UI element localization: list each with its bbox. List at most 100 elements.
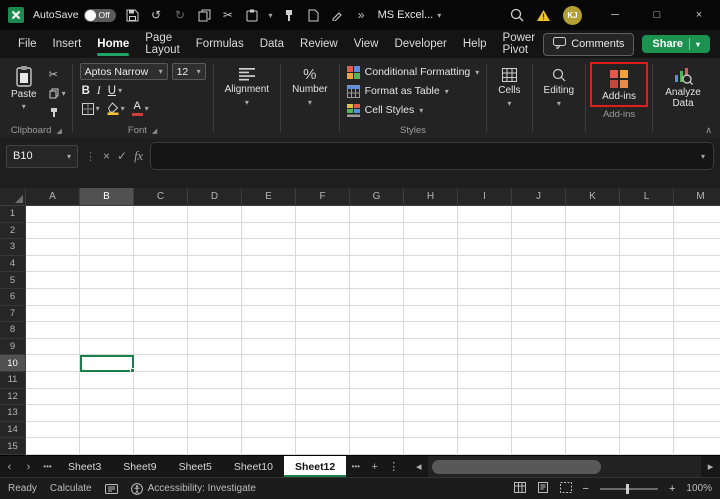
cell-E3[interactable] xyxy=(242,239,296,256)
cell-I2[interactable] xyxy=(458,223,512,240)
menu-item-page-layout[interactable]: Page Layout xyxy=(137,30,188,58)
cell-F4[interactable] xyxy=(296,256,350,273)
cell-A3[interactable] xyxy=(26,239,80,256)
cell-I10[interactable] xyxy=(458,355,512,372)
cell-F10[interactable] xyxy=(296,355,350,372)
cell-A14[interactable] xyxy=(26,422,80,439)
cell-C14[interactable] xyxy=(134,422,188,439)
cell-L8[interactable] xyxy=(620,322,674,339)
select-all-corner[interactable] xyxy=(0,188,26,206)
cell-F12[interactable] xyxy=(296,389,350,406)
cell-C7[interactable] xyxy=(134,306,188,323)
cell-I9[interactable] xyxy=(458,339,512,356)
macro-record-button[interactable] xyxy=(105,484,118,494)
row-header-4[interactable]: 4 xyxy=(0,256,26,273)
cell-G14[interactable] xyxy=(350,422,404,439)
zoom-in-button[interactable]: + xyxy=(669,483,675,495)
cell-F15[interactable] xyxy=(296,438,350,455)
cell-H5[interactable] xyxy=(404,272,458,289)
cell-A6[interactable] xyxy=(26,289,80,306)
cell-I12[interactable] xyxy=(458,389,512,406)
sheet-nav-next-button[interactable]: › xyxy=(19,461,38,473)
cell-L15[interactable] xyxy=(620,438,674,455)
sheet-tab-sheet3[interactable]: Sheet3 xyxy=(57,456,112,477)
cell-L1[interactable] xyxy=(620,206,674,223)
collapse-ribbon-button[interactable]: ∧ xyxy=(705,125,712,136)
zoom-level[interactable]: 100% xyxy=(686,483,712,494)
cell-E8[interactable] xyxy=(242,322,296,339)
cell-K10[interactable] xyxy=(566,355,620,372)
column-header-F[interactable]: F xyxy=(296,188,350,206)
cell-B9[interactable] xyxy=(80,339,134,356)
cell-H1[interactable] xyxy=(404,206,458,223)
cell-K4[interactable] xyxy=(566,256,620,273)
cell-D15[interactable] xyxy=(188,438,242,455)
cell-D3[interactable] xyxy=(188,239,242,256)
cell-I4[interactable] xyxy=(458,256,512,273)
row-header-15[interactable]: 15 xyxy=(0,438,26,455)
cell-D14[interactable] xyxy=(188,422,242,439)
column-header-A[interactable]: A xyxy=(26,188,80,206)
autosave-switch[interactable]: Off xyxy=(84,9,116,22)
sheet-tab-sheet10[interactable]: Sheet10 xyxy=(223,456,284,477)
cell-B3[interactable] xyxy=(80,239,134,256)
page-break-preview-button[interactable] xyxy=(560,482,572,496)
autosave-toggle[interactable]: AutoSave Off xyxy=(33,9,116,22)
scroll-left-icon[interactable]: ◂ xyxy=(409,460,428,473)
cell-F5[interactable] xyxy=(296,272,350,289)
paste-icon[interactable] xyxy=(245,7,260,23)
addins-button[interactable]: Add-ins xyxy=(595,65,643,104)
cell-C1[interactable] xyxy=(134,206,188,223)
sheet-list-button[interactable]: ••• xyxy=(38,462,57,471)
cell-I6[interactable] xyxy=(458,289,512,306)
scrollbar-thumb[interactable] xyxy=(432,460,601,474)
cell-C11[interactable] xyxy=(134,372,188,389)
cell-K2[interactable] xyxy=(566,223,620,240)
menu-item-help[interactable]: Help xyxy=(455,30,495,58)
cell-J3[interactable] xyxy=(512,239,566,256)
cell-J8[interactable] xyxy=(512,322,566,339)
menu-item-home[interactable]: Home xyxy=(89,30,137,58)
cell-M10[interactable] xyxy=(674,355,720,372)
normal-view-button[interactable] xyxy=(514,482,526,496)
comments-button[interactable]: Comments xyxy=(543,33,634,56)
cell-C8[interactable] xyxy=(134,322,188,339)
share-button[interactable]: Share ▾ xyxy=(642,35,710,53)
row-header-14[interactable]: 14 xyxy=(0,422,26,439)
clipboard-dialog-launcher-icon[interactable]: ◢ xyxy=(56,127,61,135)
cell-I13[interactable] xyxy=(458,405,512,422)
cell-L10[interactable] xyxy=(620,355,674,372)
row-header-5[interactable]: 5 xyxy=(0,272,26,289)
font-dialog-launcher-icon[interactable]: ◢ xyxy=(152,127,157,135)
copy-button[interactable]: ▾ xyxy=(46,86,69,101)
cell-A15[interactable] xyxy=(26,438,80,455)
cell-F2[interactable] xyxy=(296,223,350,240)
underline-button[interactable]: U▾ xyxy=(108,85,122,97)
borders-button[interactable]: ▾ xyxy=(82,103,100,115)
cell-E1[interactable] xyxy=(242,206,296,223)
more-sheets-button[interactable]: ••• xyxy=(346,462,365,471)
cell-H15[interactable] xyxy=(404,438,458,455)
column-header-B[interactable]: B xyxy=(80,188,134,206)
cell-D4[interactable] xyxy=(188,256,242,273)
cell-L6[interactable] xyxy=(620,289,674,306)
cell-I5[interactable] xyxy=(458,272,512,289)
bold-button[interactable]: B xyxy=(82,85,90,97)
cell-M5[interactable] xyxy=(674,272,720,289)
cell-A12[interactable] xyxy=(26,389,80,406)
cell-A4[interactable] xyxy=(26,256,80,273)
cell-K7[interactable] xyxy=(566,306,620,323)
cell-E15[interactable] xyxy=(242,438,296,455)
cell-L3[interactable] xyxy=(620,239,674,256)
analyze-data-button[interactable]: Analyze Data xyxy=(656,61,710,138)
cell-H4[interactable] xyxy=(404,256,458,273)
column-header-H[interactable]: H xyxy=(404,188,458,206)
cell-E11[interactable] xyxy=(242,372,296,389)
cut-icon[interactable]: ✂ xyxy=(221,7,236,23)
column-header-G[interactable]: G xyxy=(350,188,404,206)
conditional-formatting-button[interactable]: Conditional Formatting ▾ xyxy=(347,64,480,80)
name-box[interactable]: B10 ▾ xyxy=(6,145,78,168)
row-header-10[interactable]: 10 xyxy=(0,355,26,372)
save-icon[interactable] xyxy=(125,7,140,23)
document-menu[interactable]: MS Excel... ▾ xyxy=(378,9,442,21)
